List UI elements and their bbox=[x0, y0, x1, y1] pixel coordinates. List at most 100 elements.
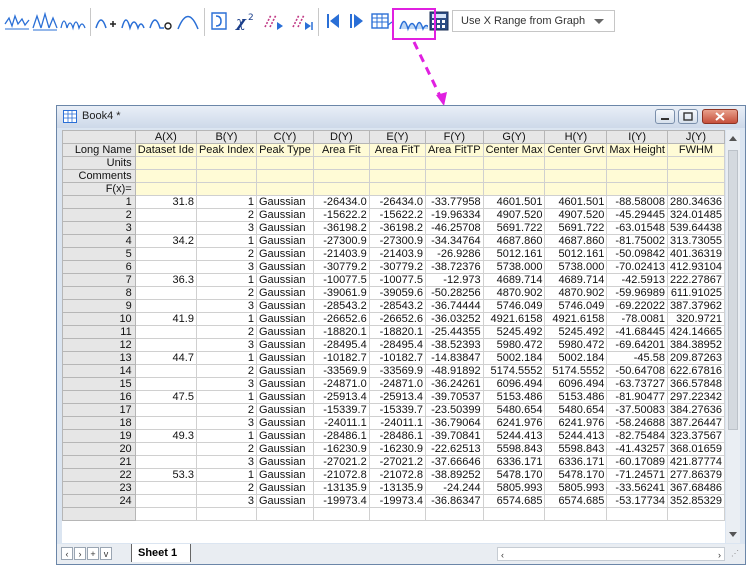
table-cell[interactable] bbox=[134, 481, 197, 495]
table-cell[interactable] bbox=[425, 507, 484, 521]
meta-cell[interactable]: Center Grvt bbox=[544, 143, 608, 157]
table-cell[interactable]: Gaussian bbox=[256, 325, 314, 339]
meta-cell[interactable] bbox=[134, 169, 197, 183]
table-cell[interactable]: -63.73727 bbox=[606, 377, 668, 391]
table-cell[interactable]: Gaussian bbox=[256, 481, 314, 495]
column-header[interactable]: E(Y) bbox=[368, 130, 427, 144]
table-cell[interactable]: -69.22022 bbox=[606, 299, 668, 313]
table-cell[interactable]: -36198.2 bbox=[312, 221, 370, 235]
table-cell[interactable]: Gaussian bbox=[256, 312, 314, 326]
column-header[interactable]: A(X) bbox=[134, 130, 197, 144]
row-number[interactable]: 13 bbox=[62, 351, 136, 365]
sheet-list-button[interactable]: v bbox=[100, 547, 112, 560]
table-cell[interactable]: 1 bbox=[195, 312, 258, 326]
row-number[interactable]: 6 bbox=[62, 260, 136, 274]
table-cell[interactable]: -10077.5 bbox=[368, 273, 427, 287]
meta-cell[interactable] bbox=[256, 156, 314, 170]
table-cell[interactable]: 41.9 bbox=[134, 312, 197, 326]
meta-cell[interactable] bbox=[425, 169, 484, 183]
table-cell[interactable]: 6336.171 bbox=[544, 455, 608, 469]
table-cell[interactable]: 34.2 bbox=[134, 234, 197, 248]
table-cell[interactable]: Gaussian bbox=[256, 403, 314, 417]
table-cell[interactable]: 1 bbox=[195, 468, 258, 482]
table-cell[interactable]: 313.73055 bbox=[666, 234, 725, 248]
select-all-corner[interactable] bbox=[62, 130, 136, 144]
table-cell[interactable]: 368.01659 bbox=[666, 442, 725, 456]
table-cell[interactable]: 2 bbox=[195, 442, 258, 456]
table-cell[interactable]: -28495.4 bbox=[312, 338, 370, 352]
table-cell[interactable] bbox=[134, 260, 197, 274]
table-cell[interactable]: -36.86347 bbox=[425, 494, 484, 508]
row-number[interactable]: 9 bbox=[62, 299, 136, 313]
column-header[interactable]: G(Y) bbox=[482, 130, 546, 144]
meta-cell[interactable]: Max Height bbox=[606, 143, 668, 157]
meta-cell[interactable] bbox=[666, 169, 725, 183]
table-cell[interactable] bbox=[134, 338, 197, 352]
table-cell[interactable]: 320.9721 bbox=[666, 312, 725, 326]
table-cell[interactable]: 412.93104 bbox=[666, 260, 725, 274]
table-cell[interactable]: -24871.0 bbox=[368, 377, 427, 391]
row-number[interactable]: 5 bbox=[62, 247, 136, 261]
table-cell[interactable]: -50.09842 bbox=[606, 247, 668, 261]
meta-cell[interactable] bbox=[256, 182, 314, 196]
table-cell[interactable] bbox=[256, 507, 314, 521]
table-cell[interactable]: 222.27867 bbox=[666, 273, 725, 287]
meta-cell[interactable] bbox=[195, 182, 258, 196]
meta-cell[interactable] bbox=[666, 156, 725, 170]
row-number[interactable]: 19 bbox=[62, 429, 136, 443]
fit-until-converge-icon[interactable] bbox=[262, 10, 286, 34]
worksheet-grid[interactable]: A(X) B(Y) C(Y) D(Y) E(Y) F(Y) G(Y) H(Y) I(Y) J(Y)… bbox=[62, 130, 725, 543]
table-cell[interactable] bbox=[134, 247, 197, 261]
table-cell[interactable]: 387.37962 bbox=[666, 299, 725, 313]
meta-cell[interactable]: Area Fit bbox=[312, 143, 370, 157]
meta-cell[interactable] bbox=[606, 169, 668, 183]
table-cell[interactable]: 5174.5552 bbox=[544, 364, 608, 378]
table-cell[interactable]: -27300.9 bbox=[312, 234, 370, 248]
add-sheet-button[interactable]: + bbox=[87, 547, 99, 560]
table-cell[interactable] bbox=[134, 507, 197, 521]
resize-grip-icon[interactable]: ⋰ bbox=[731, 549, 741, 559]
column-header[interactable]: F(Y) bbox=[425, 130, 484, 144]
table-cell[interactable]: 5244.413 bbox=[544, 429, 608, 443]
row-label[interactable]: Units bbox=[62, 156, 136, 170]
table-cell[interactable]: -21072.8 bbox=[368, 468, 427, 482]
table-cell[interactable] bbox=[134, 494, 197, 508]
table-cell[interactable]: -18820.1 bbox=[312, 325, 370, 339]
table-cell[interactable]: 401.36319 bbox=[666, 247, 725, 261]
meta-cell[interactable] bbox=[195, 169, 258, 183]
table-cell[interactable]: 352.85329 bbox=[666, 494, 725, 508]
table-cell[interactable]: 4907.520 bbox=[482, 208, 546, 222]
row-number[interactable]: 14 bbox=[62, 364, 136, 378]
table-cell[interactable]: 5805.993 bbox=[482, 481, 546, 495]
table-cell[interactable]: -18820.1 bbox=[368, 325, 427, 339]
row-number[interactable]: 23 bbox=[62, 481, 136, 495]
restore-button[interactable] bbox=[678, 109, 698, 124]
table-cell[interactable]: Gaussian bbox=[256, 442, 314, 456]
stack-lines-icon[interactable] bbox=[4, 10, 30, 34]
table-cell[interactable]: -24011.1 bbox=[368, 416, 427, 430]
next-sheet-button[interactable]: › bbox=[74, 547, 86, 560]
table-cell[interactable]: 4689.714 bbox=[544, 273, 608, 287]
first-sheet-button[interactable]: ‹ bbox=[61, 547, 73, 560]
table-cell[interactable]: -45.58 bbox=[606, 351, 668, 365]
table-cell[interactable]: 44.7 bbox=[134, 351, 197, 365]
column-header[interactable]: C(Y) bbox=[256, 130, 314, 144]
table-cell[interactable]: -26652.6 bbox=[368, 312, 427, 326]
table-cell[interactable]: Gaussian bbox=[256, 273, 314, 287]
meta-cell[interactable] bbox=[195, 156, 258, 170]
table-cell[interactable]: -36.03252 bbox=[425, 312, 484, 326]
table-cell[interactable]: -39061.9 bbox=[312, 286, 370, 300]
row-number[interactable]: 8 bbox=[62, 286, 136, 300]
table-cell[interactable]: 5746.049 bbox=[544, 299, 608, 313]
scroll-thumb[interactable] bbox=[728, 150, 738, 430]
table-cell[interactable] bbox=[368, 507, 427, 521]
table-cell[interactable]: -88.58008 bbox=[606, 195, 668, 209]
table-cell[interactable]: -39.70841 bbox=[425, 429, 484, 443]
table-cell[interactable]: -15339.7 bbox=[368, 403, 427, 417]
table-cell[interactable] bbox=[606, 507, 668, 521]
table-cell[interactable]: 387.26447 bbox=[666, 416, 725, 430]
table-cell[interactable]: 5805.993 bbox=[544, 481, 608, 495]
integrate-icon[interactable] bbox=[208, 10, 232, 34]
table-cell[interactable]: -59.96989 bbox=[606, 286, 668, 300]
meta-cell[interactable] bbox=[482, 156, 546, 170]
